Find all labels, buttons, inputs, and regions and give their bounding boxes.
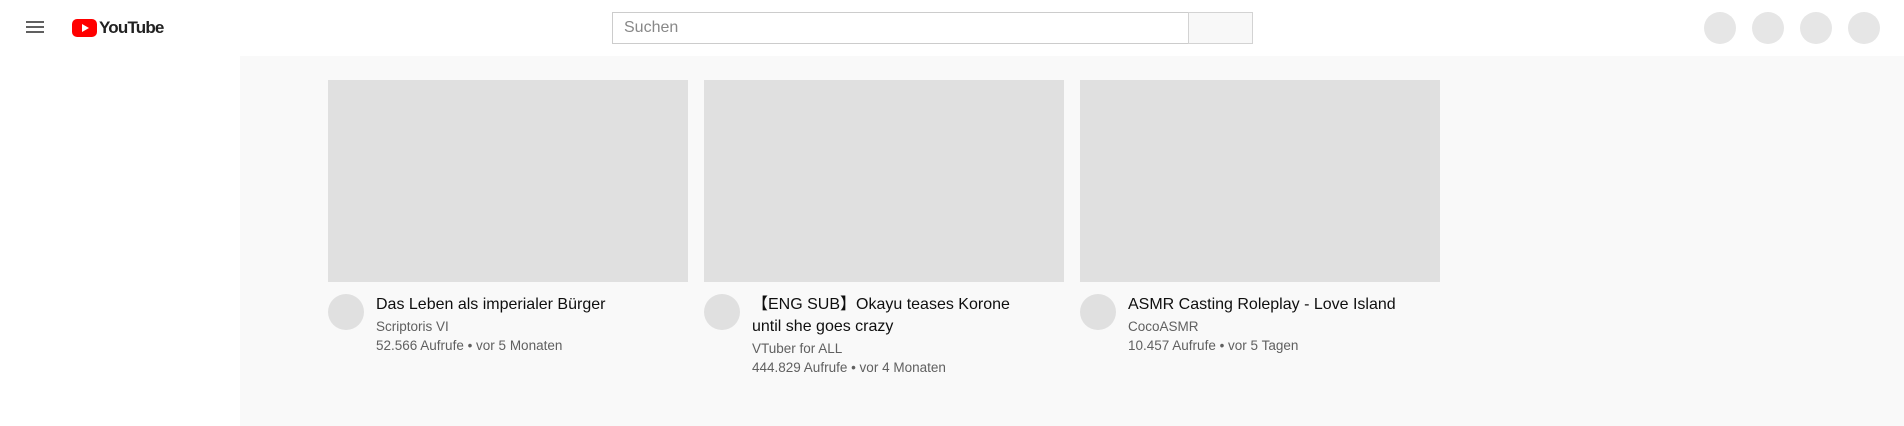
channel-name[interactable]: Scriptoris VI xyxy=(376,318,666,336)
video-thumbnail[interactable] xyxy=(704,80,1064,282)
search-input[interactable] xyxy=(612,12,1188,44)
video-meta: 【ENG SUB】Okayu teases Korone until she g… xyxy=(704,294,1064,377)
top-bar: YouTube xyxy=(0,0,1904,56)
channel-avatar[interactable] xyxy=(1080,294,1116,330)
logo-text: YouTube xyxy=(99,18,164,37)
video-thumbnail[interactable] xyxy=(328,80,688,282)
video-info: ASMR Casting Roleplay - Love Island Coco… xyxy=(1128,294,1418,355)
video-stats: 52.566 Aufrufe • vor 5 Monaten xyxy=(376,338,563,353)
channel-avatar[interactable] xyxy=(704,294,740,330)
video-grid: Das Leben als imperialer Bürger Scriptor… xyxy=(328,80,1440,377)
header-actions xyxy=(1704,12,1880,44)
header-action-placeholder-1[interactable] xyxy=(1704,12,1736,44)
video-title[interactable]: Das Leben als imperialer Bürger xyxy=(376,294,666,316)
video-stats: 10.457 Aufrufe • vor 5 Tagen xyxy=(1128,338,1299,353)
header-action-placeholder-4[interactable] xyxy=(1848,12,1880,44)
video-card: 【ENG SUB】Okayu teases Korone until she g… xyxy=(704,80,1064,377)
video-meta: Das Leben als imperialer Bürger Scriptor… xyxy=(328,294,688,355)
channel-name[interactable]: VTuber for ALL xyxy=(752,340,1042,358)
video-card: Das Leben als imperialer Bürger Scriptor… xyxy=(328,80,688,377)
header-action-placeholder-2[interactable] xyxy=(1752,12,1784,44)
header-action-placeholder-3[interactable] xyxy=(1800,12,1832,44)
channel-name[interactable]: CocoASMR xyxy=(1128,318,1418,336)
video-title[interactable]: 【ENG SUB】Okayu teases Korone until she g… xyxy=(752,294,1042,338)
youtube-logo[interactable]: YouTube xyxy=(72,17,164,39)
search-button[interactable] xyxy=(1188,12,1253,44)
channel-avatar[interactable] xyxy=(328,294,364,330)
video-card: ASMR Casting Roleplay - Love Island Coco… xyxy=(1080,80,1440,377)
search-bar xyxy=(612,12,1253,44)
video-info: Das Leben als imperialer Bürger Scriptor… xyxy=(376,294,666,355)
video-title[interactable]: ASMR Casting Roleplay - Love Island xyxy=(1128,294,1418,316)
video-stats: 444.829 Aufrufe • vor 4 Monaten xyxy=(752,360,946,375)
video-meta: ASMR Casting Roleplay - Love Island Coco… xyxy=(1080,294,1440,355)
video-info: 【ENG SUB】Okayu teases Korone until she g… xyxy=(752,294,1042,377)
video-feed: Das Leben als imperialer Bürger Scriptor… xyxy=(240,56,1904,426)
hamburger-menu-icon[interactable] xyxy=(18,16,54,40)
video-thumbnail[interactable] xyxy=(1080,80,1440,282)
youtube-play-icon xyxy=(72,19,97,37)
